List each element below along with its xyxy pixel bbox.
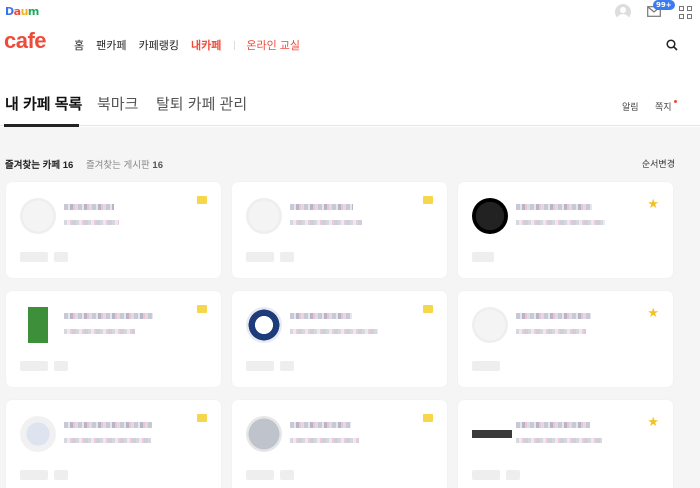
tab-my-cafe-list[interactable]: 내 카페 목록 [5, 93, 82, 114]
cafe-card[interactable] [6, 400, 221, 488]
star-icon[interactable]: ★ [647, 302, 659, 321]
cafe-tag[interactable] [472, 252, 494, 262]
cafe-thumbnail [246, 307, 282, 343]
cafe-card[interactable] [6, 291, 221, 387]
cafe-description [64, 329, 135, 334]
cafe-tag[interactable] [54, 361, 68, 371]
cafe-card[interactable] [232, 291, 447, 387]
cafe-description [290, 438, 359, 443]
cafe-tag[interactable] [472, 470, 500, 480]
cafe-thumbnail [246, 198, 282, 234]
cafe-tag[interactable] [20, 252, 48, 262]
nav-divider [234, 40, 236, 50]
star-icon[interactable]: ★ [647, 411, 659, 430]
cafe-thumbnail [28, 307, 48, 343]
note-icon[interactable] [423, 196, 433, 204]
cafe-thumbnail [472, 430, 512, 438]
cafe-tag[interactable] [280, 361, 294, 371]
cafe-description [64, 220, 119, 225]
cafe-card[interactable]: ★ [458, 182, 673, 278]
cafe-card[interactable]: ★ [458, 291, 673, 387]
cafe-card[interactable]: ★ [458, 400, 673, 488]
cafe-name[interactable] [64, 313, 153, 319]
cafe-name[interactable] [64, 204, 114, 210]
cafe-tabs: 내 카페 목록 북마크 탈퇴 카페 관리 알림 쪽지 [0, 90, 700, 127]
cafe-tag[interactable] [20, 470, 48, 480]
cafe-name[interactable] [290, 204, 353, 210]
nav-cafe-ranking[interactable]: 카페랭킹 [139, 37, 179, 53]
cafe-tag[interactable] [280, 252, 294, 262]
nav-my-cafe[interactable]: 내카페 [191, 37, 221, 53]
cafe-tag[interactable] [246, 470, 274, 480]
app-grid-icon[interactable] [679, 5, 692, 19]
tab-withdrawn-cafe[interactable]: 탈퇴 카페 관리 [156, 93, 247, 114]
avatar[interactable] [615, 4, 631, 20]
cafe-card[interactable] [232, 182, 447, 278]
cafe-description [516, 329, 586, 334]
cafe-description [290, 329, 378, 334]
cafe-tag[interactable] [472, 361, 500, 371]
cafe-thumbnail [472, 198, 508, 234]
cafe-description [516, 438, 602, 443]
note-icon[interactable] [197, 305, 207, 313]
mail-badge: 99+ [653, 0, 675, 10]
cafe-tag[interactable] [246, 252, 274, 262]
alarm-link[interactable]: 알림 [622, 100, 639, 113]
cafe-tag[interactable] [20, 361, 48, 371]
cafe-card[interactable] [6, 182, 221, 278]
cafe-name[interactable] [516, 204, 592, 210]
cafe-card[interactable] [232, 400, 447, 488]
cafe-logo[interactable]: cafe [4, 28, 47, 54]
cafe-tag[interactable] [246, 361, 274, 371]
note-link[interactable]: 쪽지 [655, 100, 677, 113]
favorites-header: 즐겨찾는 카페 16 즐겨찾는 게시판 16 [5, 157, 163, 171]
cafe-name[interactable] [290, 313, 352, 319]
cafe-description [516, 220, 605, 225]
tab-bookmark[interactable]: 북마크 [97, 93, 138, 114]
nav-online-class[interactable]: 온라인 교실 [246, 37, 300, 53]
daum-logo[interactable]: Daum [5, 5, 39, 18]
cafe-tag[interactable] [280, 470, 294, 480]
fav-board-count[interactable]: 즐겨찾는 게시판 16 [86, 160, 163, 171]
cafe-name[interactable] [64, 422, 152, 428]
cafe-tag[interactable] [54, 470, 68, 480]
fav-cafe-count[interactable]: 즐겨찾는 카페 16 [5, 160, 73, 171]
reorder-button[interactable]: 순서변경 [642, 157, 675, 170]
cafe-thumbnail [472, 307, 508, 343]
note-icon[interactable] [423, 305, 433, 313]
cafe-thumbnail [246, 416, 282, 452]
main-nav: 홈 팬카페 카페랭킹 내카페 온라인 교실 [74, 37, 312, 53]
cafe-tag[interactable] [54, 252, 68, 262]
cafe-description [64, 438, 151, 443]
note-icon[interactable] [197, 414, 207, 422]
note-icon[interactable] [423, 414, 433, 422]
cafe-name[interactable] [290, 422, 351, 428]
nav-fancafe[interactable]: 팬카페 [96, 37, 126, 53]
star-icon[interactable]: ★ [647, 193, 659, 212]
top-icons: 99+ [615, 0, 692, 20]
search-icon[interactable] [666, 36, 678, 55]
cafe-tag[interactable] [506, 470, 520, 480]
cafe-thumbnail [20, 416, 56, 452]
mail-icon[interactable]: 99+ [647, 0, 675, 18]
note-icon[interactable] [197, 196, 207, 204]
cafe-description [290, 220, 362, 225]
cafe-name[interactable] [516, 313, 591, 319]
cafe-thumbnail [20, 198, 56, 234]
nav-home[interactable]: 홈 [74, 37, 84, 53]
cafe-name[interactable] [516, 422, 590, 428]
cafe-list-area: 즐겨찾는 카페 16 즐겨찾는 게시판 16 순서변경 ★ ★ ★ [0, 127, 700, 488]
